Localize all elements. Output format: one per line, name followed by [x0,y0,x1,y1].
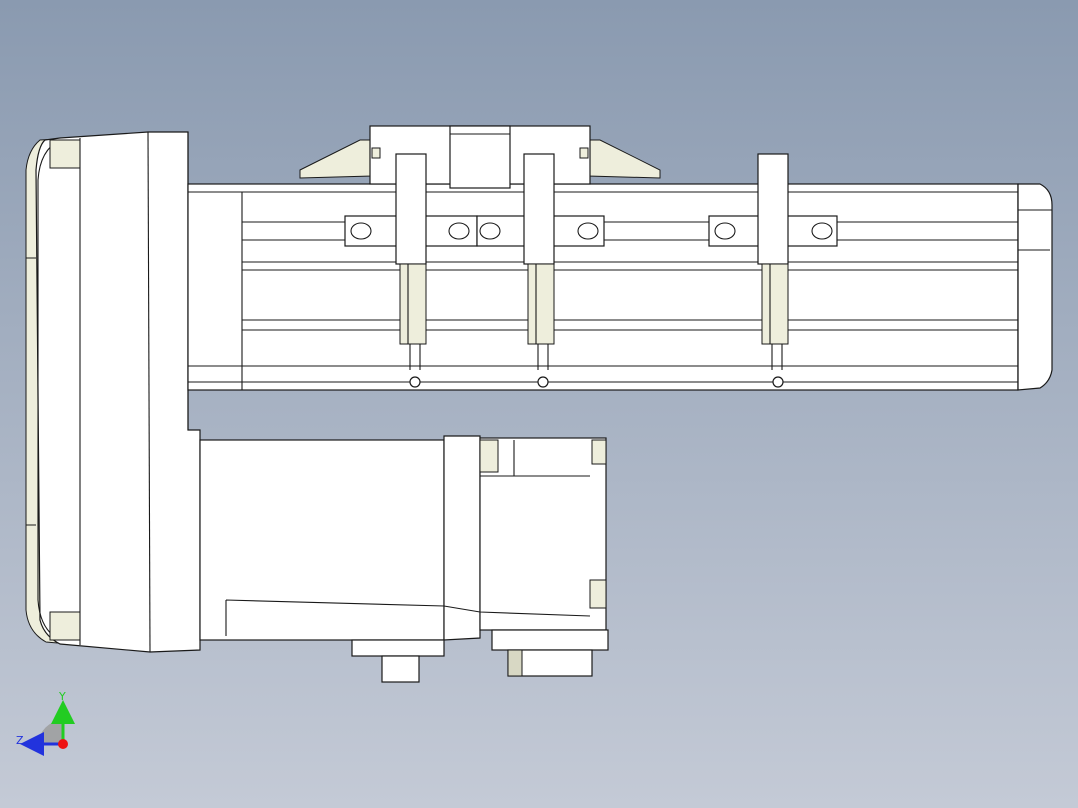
end-cap [25,131,201,653]
cad-viewport[interactable]: Y Z [0,0,1078,808]
y-axis-label: Y [58,690,66,703]
linear-rail [187,183,1053,391]
z-axis-label: Z [16,734,24,747]
x-axis-dot [58,739,68,749]
model-drawing: Y Z [0,0,1078,808]
